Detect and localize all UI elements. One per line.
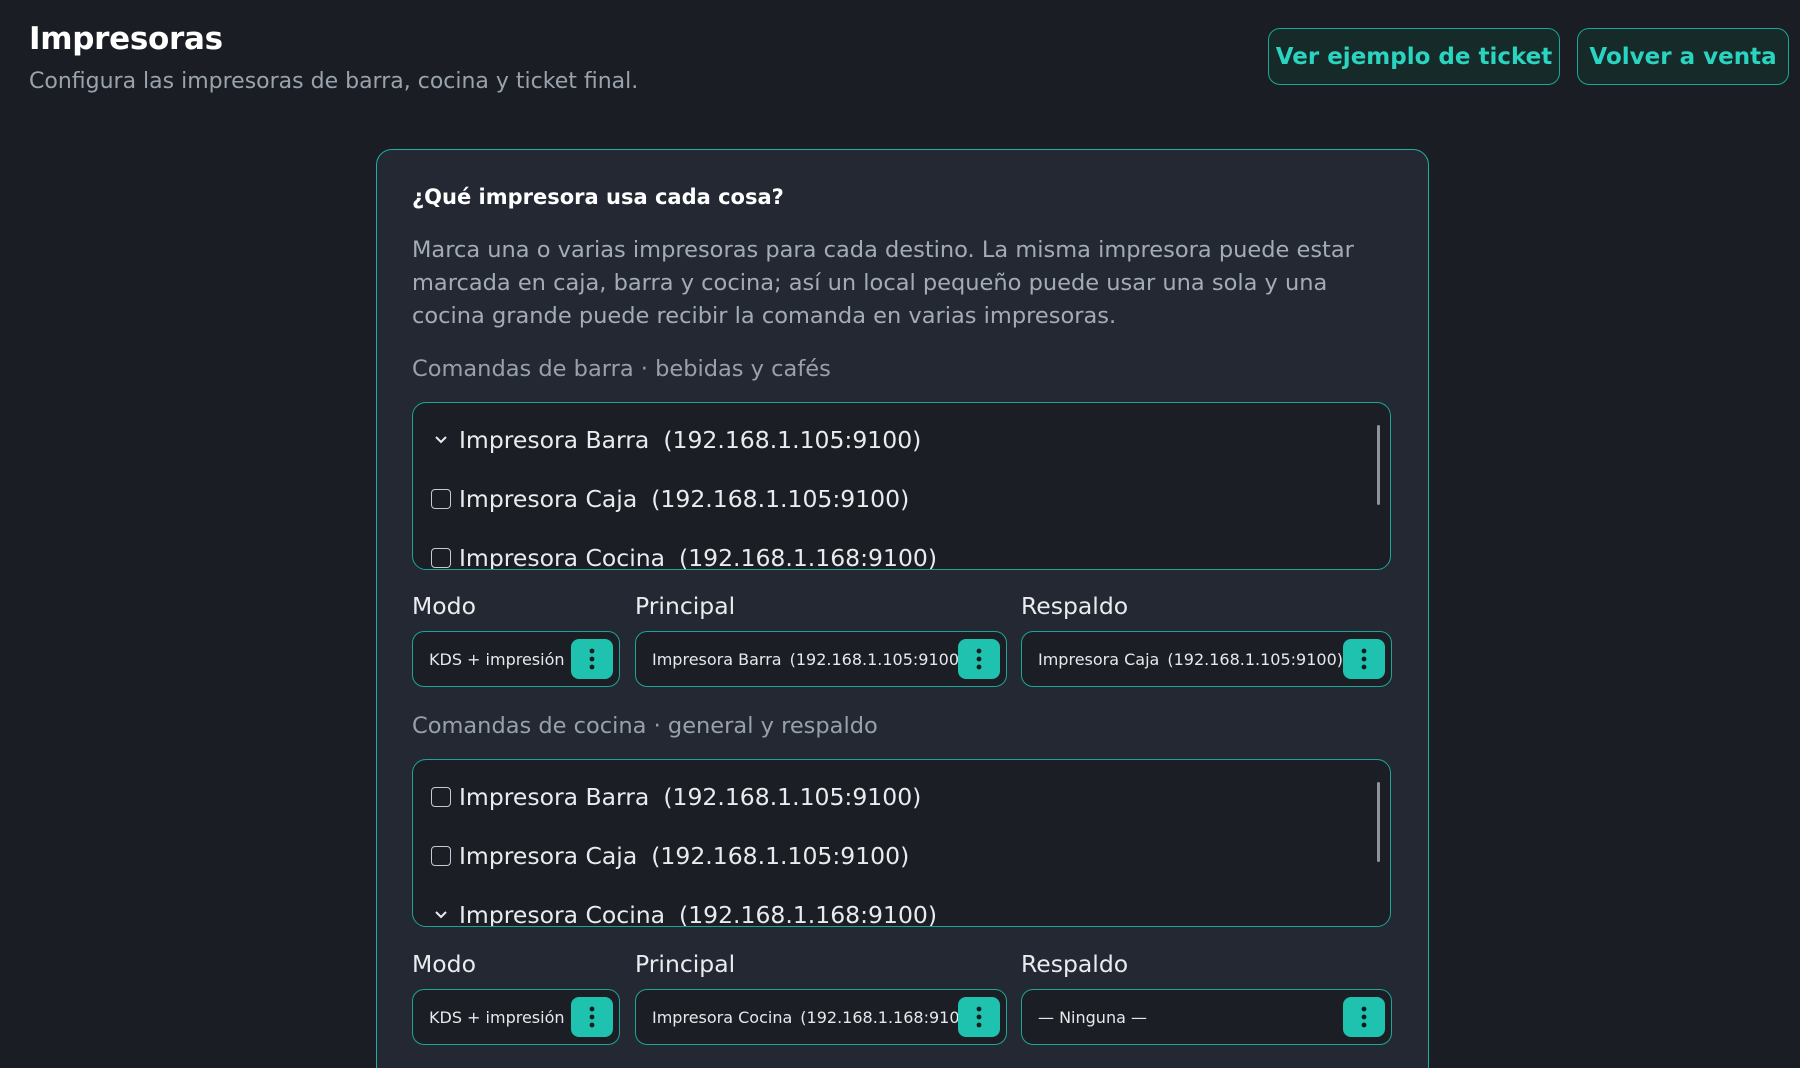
chevron-down-icon <box>431 435 451 445</box>
select-value: Impresora Cocina <box>652 1007 793 1027</box>
page-title: Impresoras <box>29 21 223 57</box>
backup-label: Respaldo <box>1021 592 1129 620</box>
mode-label: Modo <box>412 592 476 620</box>
main-printer-select-cocina[interactable]: Impresora Cocina (192.168.1.168:9100) <box>635 989 1007 1045</box>
main-label: Principal <box>635 950 736 978</box>
select-ip: (192.168.1.105:9100) <box>789 649 966 669</box>
printer-name: Impresora Barra <box>459 783 650 811</box>
mode-select-cocina[interactable]: KDS + impresión <box>412 989 620 1045</box>
printer-name: Impresora Caja <box>459 842 638 870</box>
printer-name: Impresora Cocina <box>459 544 666 570</box>
printer-ip: (192.168.1.105:9100) <box>651 485 910 513</box>
printer-name: Impresora Cocina <box>459 901 666 927</box>
list-item[interactable]: Impresora Cocina (192.168.1.168:9100) <box>431 541 938 570</box>
listbox-scrollbar[interactable] <box>1377 425 1380 505</box>
mode-label: Modo <box>412 950 476 978</box>
kebab-menu-icon[interactable] <box>958 997 1000 1037</box>
kebab-menu-icon[interactable] <box>1343 997 1385 1037</box>
checkbox-icon[interactable] <box>431 489 451 509</box>
select-value: Impresora Caja <box>1038 649 1160 669</box>
card-title: ¿Qué impresora usa cada cosa? <box>412 185 784 209</box>
backup-label: Respaldo <box>1021 950 1129 978</box>
kebab-menu-icon[interactable] <box>571 997 613 1037</box>
list-item[interactable]: Impresora Barra (192.168.1.105:9100) <box>431 780 921 814</box>
chevron-down-icon <box>431 910 451 920</box>
printer-ip: (192.168.1.105:9100) <box>663 783 922 811</box>
kebab-menu-icon[interactable] <box>571 639 613 679</box>
list-item[interactable]: Impresora Caja (192.168.1.105:9100) <box>431 482 909 516</box>
printer-ip: (192.168.1.105:9100) <box>663 426 922 454</box>
kebab-menu-icon[interactable] <box>1343 639 1385 679</box>
list-item[interactable]: Impresora Barra (192.168.1.105:9100) <box>431 423 921 457</box>
select-value: — Ninguna — <box>1038 1007 1147 1027</box>
checkbox-icon[interactable] <box>431 846 451 866</box>
checkbox-icon[interactable] <box>431 787 451 807</box>
printer-listbox-cocina[interactable]: Impresora Barra (192.168.1.105:9100) Imp… <box>412 759 1391 927</box>
mode-select-barra[interactable]: KDS + impresión <box>412 631 620 687</box>
select-ip: (192.168.1.105:9100) <box>1167 649 1344 669</box>
list-item[interactable]: Impresora Caja (192.168.1.105:9100) <box>431 839 909 873</box>
backup-printer-select-barra[interactable]: Impresora Caja (192.168.1.105:9100) <box>1021 631 1392 687</box>
select-ip: (192.168.1.168:9100) <box>800 1007 976 1027</box>
kebab-menu-icon[interactable] <box>958 639 1000 679</box>
printer-name: Impresora Barra <box>459 426 650 454</box>
section-label-barra: Comandas de barra · bebidas y cafés <box>412 356 831 382</box>
back-to-sale-button[interactable]: Volver a venta <box>1577 28 1789 85</box>
printer-ip: (192.168.1.105:9100) <box>651 842 910 870</box>
select-value: Impresora Barra <box>652 649 782 669</box>
printer-listbox-barra[interactable]: Impresora Barra (192.168.1.105:9100) Imp… <box>412 402 1391 570</box>
printer-name: Impresora Caja <box>459 485 638 513</box>
main-label: Principal <box>635 592 736 620</box>
view-ticket-example-button[interactable]: Ver ejemplo de ticket <box>1268 28 1560 85</box>
printer-ip: (192.168.1.168:9100) <box>679 544 938 570</box>
list-item[interactable]: Impresora Cocina (192.168.1.168:9100) <box>431 898 938 927</box>
printers-settings-page: Impresoras Configura las impresoras de b… <box>0 0 1800 1068</box>
page-subtitle: Configura las impresoras de barra, cocin… <box>29 69 639 94</box>
main-printer-select-barra[interactable]: Impresora Barra (192.168.1.105:9100) <box>635 631 1007 687</box>
section-label-cocina: Comandas de cocina · general y respaldo <box>412 713 878 739</box>
printer-ip: (192.168.1.168:9100) <box>679 901 938 927</box>
checkbox-icon[interactable] <box>431 548 451 568</box>
listbox-scrollbar[interactable] <box>1377 782 1380 862</box>
printer-assignment-card: ¿Qué impresora usa cada cosa? Marca una … <box>376 149 1429 1068</box>
card-description: Marca una o varias impresoras para cada … <box>412 237 1354 329</box>
backup-printer-select-cocina[interactable]: — Ninguna — <box>1021 989 1392 1045</box>
